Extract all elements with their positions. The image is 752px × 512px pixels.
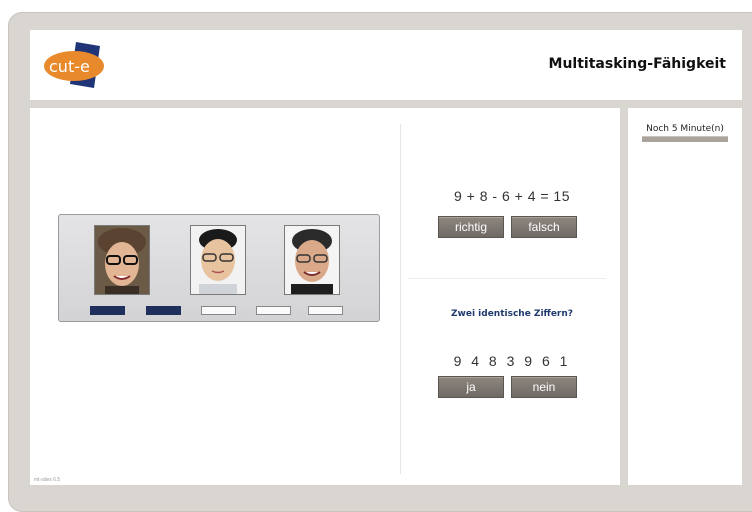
face-card-2 (190, 225, 246, 295)
horizontal-divider (408, 278, 606, 279)
page-title: Multitasking-Fähigkeit (548, 56, 726, 72)
timer-panel: Noch 5 Minute(n) (628, 108, 742, 485)
main-panel: 9 + 8 - 6 + 4 = 15 richtig falsch Zwei i… (30, 108, 620, 485)
wrong-button[interactable]: falsch (511, 216, 577, 238)
memory-slot-2[interactable] (146, 306, 181, 315)
face-card-1 (94, 225, 150, 295)
version-label: mt-sdes 6.5 (34, 477, 61, 483)
vertical-divider (400, 124, 401, 474)
faces-memory-panel (58, 214, 380, 322)
digit-sequence: 9 4 8 3 9 6 1 (453, 353, 571, 369)
memory-slot-5[interactable] (308, 306, 343, 315)
header-bar: cut-e Multitasking-Fähigkeit (30, 30, 742, 100)
yes-button[interactable]: ja (438, 376, 504, 398)
memory-slot-3[interactable] (201, 306, 236, 315)
logo-text: cut-e (49, 57, 90, 76)
memory-slot-1[interactable] (90, 306, 125, 315)
math-equation: 9 + 8 - 6 + 4 = 15 (453, 188, 571, 204)
face-card-3 (284, 225, 340, 295)
correct-button[interactable]: richtig (438, 216, 504, 238)
cut-e-logo: cut-e (42, 40, 112, 90)
face-man-glasses-grey-hair-icon (285, 226, 339, 294)
face-man-glasses-curly-hair-icon (95, 226, 149, 294)
face-man-glasses-black-hair-icon (191, 226, 245, 294)
timer-text: Noch 5 Minute(n) (646, 124, 724, 134)
timer-progress-bar (642, 136, 728, 142)
memory-slot-4[interactable] (256, 306, 291, 315)
digit-question: Zwei identische Ziffern? (451, 309, 573, 319)
no-button[interactable]: nein (511, 376, 577, 398)
